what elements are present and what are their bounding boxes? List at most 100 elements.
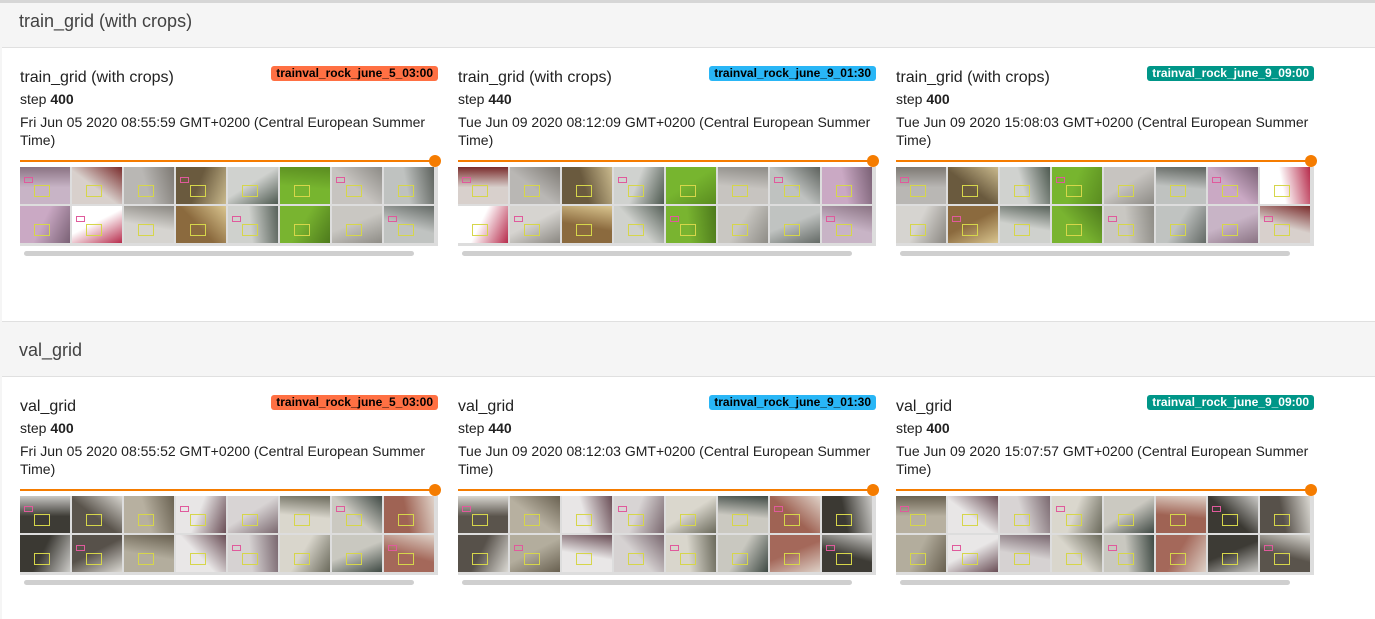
run-badge: trainval_rock_june_5_03:00 — [271, 66, 438, 81]
bounding-box — [232, 545, 241, 551]
horizontal-scrollbar[interactable] — [24, 251, 414, 256]
grid-thumbnail — [1052, 535, 1102, 572]
bounding-box — [1014, 553, 1030, 565]
grid-thumbnail — [614, 535, 664, 572]
section-header[interactable]: val_grid — [0, 323, 1375, 376]
grid-thumbnail — [228, 206, 278, 243]
bounding-box — [242, 514, 258, 526]
bounding-box — [784, 185, 800, 197]
bounding-box — [1222, 514, 1238, 526]
grid-thumbnail — [1000, 167, 1050, 204]
grid-thumbnail — [770, 167, 820, 204]
grid-thumbnail — [176, 167, 226, 204]
step-slider[interactable] — [20, 155, 441, 167]
bounding-box — [774, 506, 783, 512]
slider-thumb[interactable] — [867, 155, 879, 167]
bounding-box — [24, 506, 33, 512]
bounding-box — [76, 545, 85, 551]
bounding-box — [34, 553, 50, 565]
horizontal-scrollbar[interactable] — [462, 580, 852, 585]
grid-thumbnail — [72, 535, 122, 572]
bounding-box — [1222, 224, 1238, 236]
bounding-box — [1222, 185, 1238, 197]
bounding-box — [388, 216, 397, 222]
image-grid[interactable] — [458, 496, 876, 575]
slider-thumb[interactable] — [1305, 155, 1317, 167]
bounding-box — [1212, 506, 1221, 512]
grid-thumbnail — [1104, 167, 1154, 204]
card-title: val_grid — [896, 398, 953, 415]
section-header[interactable]: train_grid (with crops) — [0, 4, 1375, 46]
slider-thumb[interactable] — [429, 484, 441, 496]
step-label: step 440 — [458, 91, 512, 107]
bounding-box — [836, 514, 852, 526]
run-badge: trainval_rock_june_9_01:30 — [709, 66, 876, 81]
bounding-box — [784, 224, 800, 236]
bounding-box — [576, 224, 592, 236]
bounding-box — [1274, 185, 1290, 197]
bounding-box — [962, 514, 978, 526]
slider-thumb[interactable] — [1305, 484, 1317, 496]
grid-thumbnail — [384, 167, 434, 204]
bounding-box — [346, 514, 362, 526]
bounding-box — [472, 514, 488, 526]
step-slider[interactable] — [896, 155, 1317, 167]
grid-thumbnail — [510, 206, 560, 243]
card-title: train_grid (with crops) — [896, 69, 1050, 86]
grid-thumbnail — [20, 167, 70, 204]
bounding-box — [1056, 506, 1065, 512]
image-grid[interactable] — [458, 167, 876, 246]
grid-thumbnail — [948, 535, 998, 572]
bounding-box — [670, 545, 679, 551]
grid-thumbnail — [384, 535, 434, 572]
bounding-box — [336, 177, 345, 183]
grid-thumbnail — [822, 535, 872, 572]
bounding-box — [190, 224, 206, 236]
slider-thumb[interactable] — [429, 155, 441, 167]
image-grid[interactable] — [896, 496, 1314, 575]
step-value: 440 — [488, 420, 512, 436]
step-slider[interactable] — [458, 155, 879, 167]
grid-thumbnail — [562, 496, 612, 533]
grid-thumbnail — [1156, 496, 1206, 533]
grid-thumbnail — [280, 496, 330, 533]
bounding-box — [1118, 514, 1134, 526]
bounding-box — [1066, 514, 1082, 526]
bounding-box — [1118, 224, 1134, 236]
bounding-box — [524, 553, 540, 565]
bounding-box — [836, 553, 852, 565]
grid-thumbnail — [718, 535, 768, 572]
grid-thumbnail — [124, 496, 174, 533]
horizontal-scrollbar[interactable] — [462, 251, 852, 256]
horizontal-scrollbar[interactable] — [900, 580, 1290, 585]
bounding-box — [190, 553, 206, 565]
bounding-box — [346, 224, 362, 236]
step-value: 440 — [488, 91, 512, 107]
grid-thumbnail — [176, 206, 226, 243]
bounding-box — [86, 185, 102, 197]
grid-thumbnail — [1208, 206, 1258, 243]
bounding-box — [670, 216, 679, 222]
image-grid[interactable] — [20, 167, 438, 246]
image-grid[interactable] — [20, 496, 438, 575]
slider-thumb[interactable] — [867, 484, 879, 496]
bounding-box — [576, 185, 592, 197]
horizontal-scrollbar[interactable] — [24, 580, 414, 585]
bounding-box — [180, 177, 189, 183]
step-slider[interactable] — [20, 484, 441, 496]
bounding-box — [294, 224, 310, 236]
grid-thumbnail — [896, 206, 946, 243]
top-divider — [0, 0, 1375, 3]
bounding-box — [952, 545, 961, 551]
bounding-box — [1170, 553, 1186, 565]
bounding-box — [138, 224, 154, 236]
bounding-box — [732, 553, 748, 565]
image-grid[interactable] — [896, 167, 1314, 246]
bounding-box — [576, 514, 592, 526]
bounding-box — [910, 514, 926, 526]
step-slider[interactable] — [896, 484, 1317, 496]
step-slider[interactable] — [458, 484, 879, 496]
grid-thumbnail — [1000, 535, 1050, 572]
card-title: val_grid — [458, 398, 515, 415]
horizontal-scrollbar[interactable] — [900, 251, 1290, 256]
